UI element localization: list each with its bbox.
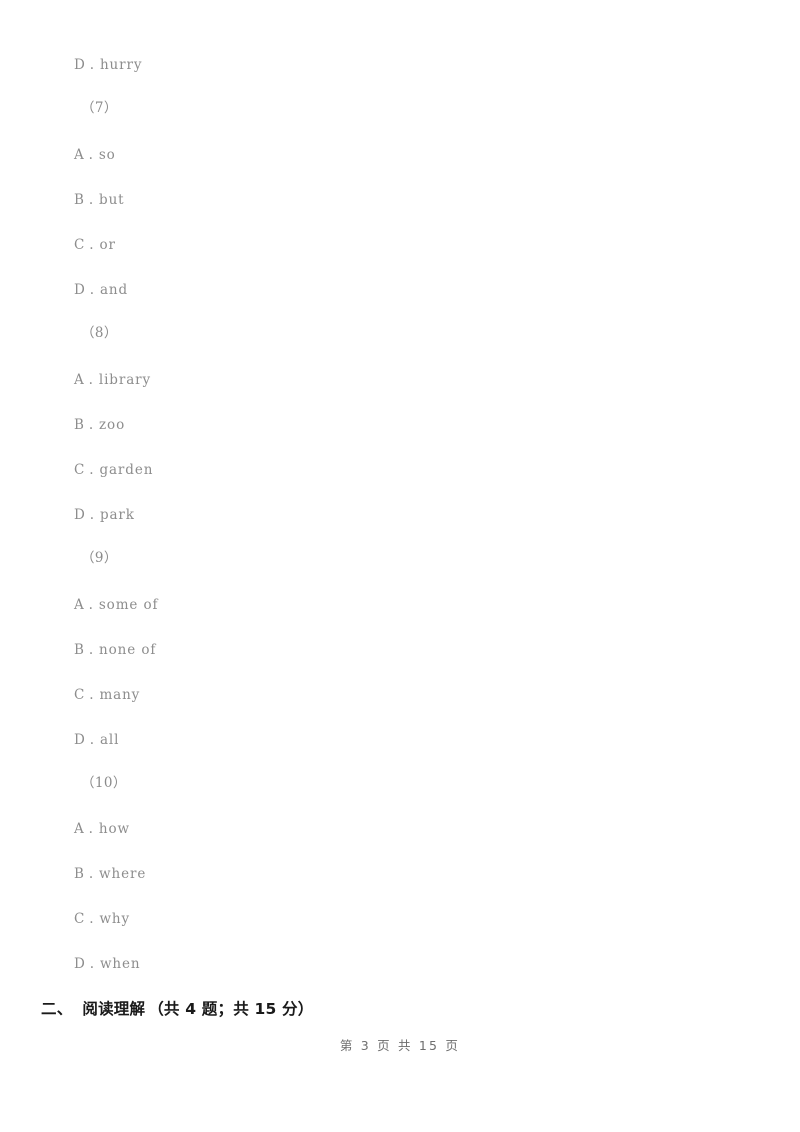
option-letter: A [74, 372, 85, 388]
option-line: D. park [74, 507, 135, 523]
option-text: where [99, 866, 147, 882]
option-separator: . [89, 687, 95, 703]
option-letter: D [74, 57, 86, 73]
page-footer: 第 3 页 共 15 页 [339, 1038, 461, 1053]
option-separator: . [89, 282, 95, 298]
option-line: B. where [74, 866, 147, 882]
option-text: many [99, 687, 141, 703]
option-text: none of [99, 642, 157, 658]
option-letter: D [74, 282, 86, 298]
section-meta: （共 4 题；共 15 分） [148, 1000, 314, 1018]
option-text: but [99, 192, 125, 208]
option-separator: . [89, 956, 95, 972]
option-line: D. when [74, 956, 141, 972]
option-separator: . [88, 597, 94, 613]
option-letter: B [74, 192, 85, 208]
option-line: A. some of [74, 597, 159, 613]
option-text: library [98, 372, 152, 388]
option-letter: B [74, 417, 85, 433]
option-text: and [99, 282, 129, 298]
option-separator: . [89, 57, 95, 73]
option-line: B. zoo [74, 417, 126, 433]
option-text: hurry [99, 57, 143, 73]
option-line: D. hurry [74, 57, 143, 73]
option-line: C. or [74, 237, 116, 253]
option-line: C. garden [74, 462, 154, 478]
option-letter: A [74, 821, 85, 837]
option-separator: . [89, 911, 95, 927]
question-number: （8） [81, 325, 118, 341]
option-letter: C [74, 462, 86, 478]
option-letter: C [74, 911, 86, 927]
option-text: when [99, 956, 141, 972]
option-separator: . [88, 642, 95, 658]
option-line: B. but [74, 192, 125, 208]
option-text: so [98, 147, 116, 163]
option-letter: C [74, 237, 86, 253]
option-letter: A [74, 147, 85, 163]
option-letter: C [74, 687, 86, 703]
option-text: or [99, 237, 116, 253]
option-line: A. library [74, 372, 152, 388]
option-separator: . [88, 192, 95, 208]
option-text: garden [99, 462, 154, 478]
option-line: C. why [74, 911, 131, 927]
option-letter: D [74, 507, 86, 523]
option-text: why [99, 911, 131, 927]
option-line: A. how [74, 821, 130, 837]
option-text: zoo [99, 417, 126, 433]
option-line: D. all [74, 732, 120, 748]
question-number: （7） [81, 100, 118, 116]
option-letter: D [74, 956, 86, 972]
question-number: （9） [81, 550, 118, 566]
question-number: （10） [81, 775, 127, 791]
section-title: 阅读理解 [82, 1000, 146, 1018]
option-separator: . [88, 866, 95, 882]
option-line: B. none of [74, 642, 157, 658]
option-text: all [99, 732, 120, 748]
option-separator: . [88, 821, 94, 837]
option-separator: . [89, 237, 95, 253]
option-letter: B [74, 642, 85, 658]
option-text: park [99, 507, 135, 523]
option-separator: . [88, 417, 95, 433]
exam-page: D. hurry （7） A. so B. but C. or D. and （8） A. library… [0, 0, 800, 1132]
option-letter: A [74, 597, 85, 613]
option-text: how [98, 821, 130, 837]
section-number: 二、 [41, 1000, 73, 1018]
option-separator: . [89, 507, 95, 523]
option-separator: . [89, 462, 95, 478]
option-text: some of [98, 597, 159, 613]
option-separator: . [89, 732, 95, 748]
section-heading: 二、 阅读理解 （共 4 题；共 15 分） [41, 997, 313, 1019]
option-separator: . [88, 147, 94, 163]
option-line: C. many [74, 687, 141, 703]
option-letter: D [74, 732, 86, 748]
option-line: A. so [74, 147, 116, 163]
option-separator: . [88, 372, 94, 388]
option-letter: B [74, 866, 85, 882]
option-line: D. and [74, 282, 129, 298]
